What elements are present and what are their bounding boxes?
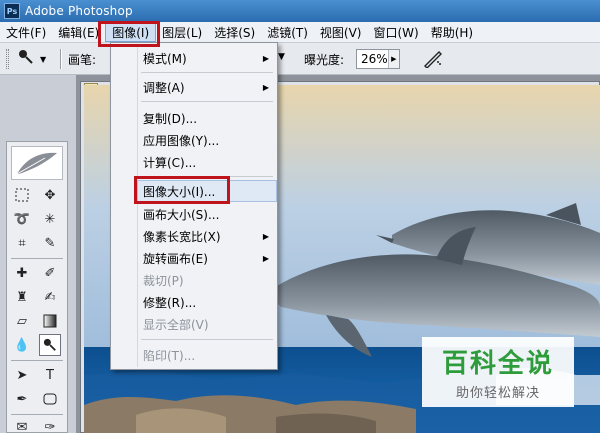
menu-item-label: 模式(M) — [143, 51, 187, 66]
menu-file[interactable]: 文件(F) — [0, 23, 52, 42]
menu-item-label: 复制(D)... — [143, 111, 198, 126]
menu-gutter — [137, 45, 138, 367]
crop-tool-icon[interactable]: ⌗ — [11, 232, 33, 254]
menu-item-label: 裁切(P) — [143, 273, 184, 288]
menu-item-label: 修整(R)... — [143, 295, 197, 310]
marquee-tool-icon[interactable] — [11, 184, 33, 206]
tool-preset-picker[interactable]: ▼ — [18, 49, 52, 69]
brush-tool-icon[interactable]: ✐ — [39, 262, 61, 284]
menu-item-trap: 陷印(T)... — [141, 344, 273, 366]
window-title: Adobe Photoshop — [25, 4, 133, 18]
menu-separator — [141, 339, 273, 340]
menu-item-label: 调整(A) — [143, 80, 185, 95]
title-bar: Ps Adobe Photoshop — [0, 0, 600, 22]
menu-item-duplicate[interactable]: 复制(D)... — [141, 107, 273, 129]
exposure-label: 曝光度: — [304, 53, 345, 67]
menu-item-reveal-all: 显示全部(V) — [141, 313, 273, 335]
submenu-arrow-icon: ▶ — [262, 53, 269, 63]
dodge-tool-button[interactable] — [39, 334, 61, 356]
menu-item-canvas-size[interactable]: 画布大小(S)... — [141, 203, 273, 225]
menu-item-pixel-aspect-ratio[interactable]: 像素长宽比(X) ▶ — [141, 225, 273, 247]
menu-select[interactable]: 选择(S) — [208, 23, 261, 42]
move-tool-icon[interactable]: ✥ — [39, 184, 61, 206]
type-tool-icon[interactable]: T — [39, 364, 61, 386]
path-selection-tool-icon[interactable]: ➤ — [11, 364, 33, 386]
menu-item-rotate-canvas[interactable]: 旋转画布(E) ▶ — [141, 247, 273, 269]
brush-label: 画笔: — [68, 53, 97, 67]
history-brush-tool-icon[interactable]: ✍ — [39, 286, 61, 308]
menu-item-apply-image[interactable]: 应用图像(Y)... — [141, 129, 273, 151]
menu-item-adjustments[interactable]: 调整(A) ▶ — [141, 76, 273, 98]
options-bar: ▼ 画笔: ▼ 曝光度: 26% ▶ — [0, 43, 600, 75]
watermark-title: 百科全说 — [441, 349, 554, 379]
highlight-box-image-menu — [98, 21, 160, 47]
chevron-right-icon[interactable]: ▶ — [387, 50, 399, 68]
magic-wand-tool-icon[interactable]: ✳ — [39, 208, 61, 230]
eraser-tool-icon[interactable]: ▱ — [11, 310, 33, 332]
menu-window[interactable]: 窗口(W) — [367, 23, 424, 42]
watermark-subtitle: 助你轻松解决 — [455, 386, 540, 401]
menu-item-label: 显示全部(V) — [143, 317, 209, 332]
submenu-arrow-icon: ▶ — [262, 82, 269, 92]
airbrush-icon[interactable] — [422, 49, 444, 69]
submenu-arrow-icon: ▶ — [262, 253, 269, 263]
menu-item-calculations[interactable]: 计算(C)... — [141, 151, 273, 173]
dodge-tool-icon — [18, 49, 34, 69]
toolbox-separator — [11, 360, 63, 361]
menu-help[interactable]: 帮助(H) — [425, 23, 479, 42]
clone-stamp-tool-icon[interactable]: ♜ — [11, 286, 33, 308]
menu-item-label: 旋转画布(E) — [143, 251, 208, 266]
menu-item-label: 像素长宽比(X) — [143, 229, 221, 244]
watermark: 百科全说 助你轻松解决 — [422, 337, 574, 407]
photoshop-logo-icon: Ps — [4, 3, 20, 19]
toolbox-separator — [11, 258, 63, 259]
tools-panel: ✥ ➰ ✳ ⌗ ✎ ✚ ✐ ♜ ✍ ▱ 💧 ➤ T ✒ ✉ ✑ — [6, 141, 68, 433]
chevron-down-icon[interactable]: ▼ — [278, 52, 285, 62]
menu-item-label: 画布大小(S)... — [143, 207, 220, 222]
notes-tool-icon[interactable]: ✉ — [11, 416, 33, 433]
menu-separator — [141, 101, 273, 102]
chevron-down-icon: ▼ — [40, 54, 47, 64]
exposure-field[interactable]: 26% ▶ — [356, 49, 400, 69]
menu-view[interactable]: 视图(V) — [314, 23, 368, 42]
eyedropper-tool-icon[interactable]: ✑ — [39, 416, 61, 433]
blur-tool-icon[interactable]: 💧 — [11, 334, 33, 356]
options-grip[interactable] — [6, 49, 9, 69]
lasso-tool-icon[interactable]: ➰ — [11, 208, 33, 230]
submenu-arrow-icon: ▶ — [262, 231, 269, 241]
menu-item-label: 计算(C)... — [143, 155, 197, 170]
menu-item-crop: 裁切(P) — [141, 269, 273, 291]
pen-tool-icon[interactable]: ✒ — [11, 388, 33, 410]
menu-item-mode[interactable]: 模式(M) ▶ — [141, 47, 273, 69]
image-menu-dropdown: 模式(M) ▶ 调整(A) ▶ 复制(D)... 应用图像(Y)... 计算(C… — [110, 42, 278, 370]
menu-filter[interactable]: 滤镜(T) — [261, 23, 314, 42]
slice-tool-icon[interactable]: ✎ — [39, 232, 61, 254]
options-separator — [60, 49, 62, 69]
feather-logo-icon — [11, 146, 63, 180]
menu-separator — [141, 72, 273, 73]
menu-item-trim[interactable]: 修整(R)... — [141, 291, 273, 313]
highlight-box-image-size — [134, 176, 230, 204]
exposure-value: 26% — [361, 52, 388, 66]
menu-item-label: 应用图像(Y)... — [143, 133, 220, 148]
healing-brush-tool-icon[interactable]: ✚ — [11, 262, 33, 284]
toolbox-separator — [11, 414, 63, 415]
menu-layer[interactable]: 图层(L) — [156, 23, 208, 42]
menu-item-label: 陷印(T)... — [143, 348, 196, 363]
gradient-tool-icon[interactable] — [39, 310, 61, 332]
toolbox: ✥ ➰ ✳ ⌗ ✎ ✚ ✐ ♜ ✍ ▱ 💧 ➤ T ✒ ✉ ✑ — [0, 75, 76, 433]
shape-tool-icon[interactable] — [39, 388, 61, 410]
menu-bar: 文件(F) 编辑(E) 图像(I) 图层(L) 选择(S) 滤镜(T) 视图(V… — [0, 22, 600, 43]
